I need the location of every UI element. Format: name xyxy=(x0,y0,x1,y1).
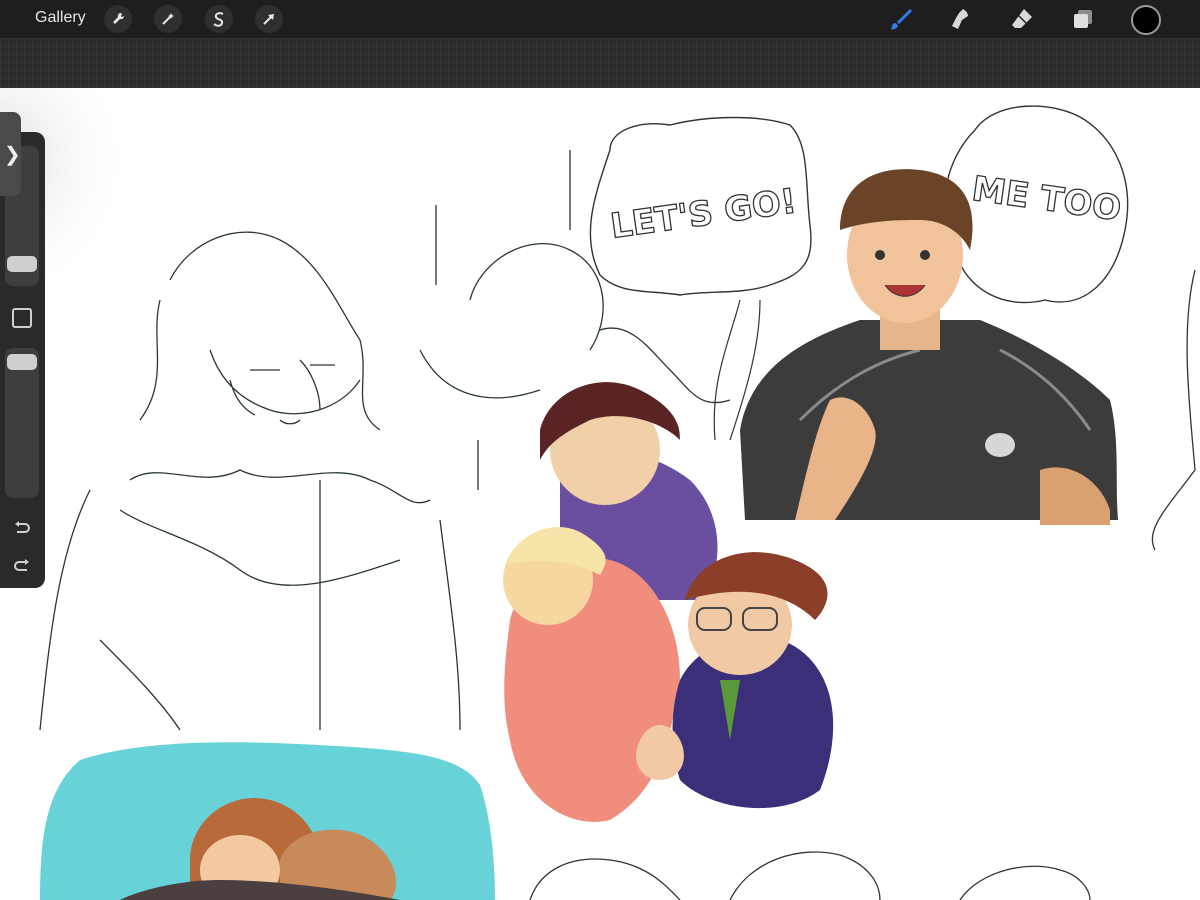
layers-icon[interactable] xyxy=(1068,5,1098,33)
sketch-edge-right xyxy=(1151,269,1196,551)
selection-icon[interactable] xyxy=(205,5,233,33)
brush-size-thumb[interactable] xyxy=(7,256,37,272)
chevron-right-icon: ❯ xyxy=(4,144,21,166)
undo-icon[interactable] xyxy=(10,518,34,538)
sketch-figures-bottom xyxy=(529,851,1091,900)
eraser-icon[interactable] xyxy=(1007,5,1037,33)
side-toolbar xyxy=(0,132,45,588)
speech-bubble-2: ME TOO xyxy=(943,105,1129,304)
sidebar-collapse-tab[interactable]: ❯ xyxy=(0,112,21,196)
smudge-icon[interactable] xyxy=(945,5,975,33)
gallery-button[interactable]: Gallery xyxy=(35,9,86,27)
color-swatch[interactable] xyxy=(1131,5,1161,35)
move-arrow-icon[interactable] xyxy=(255,5,283,33)
top-toolbar: Gallery xyxy=(0,0,1200,38)
artwork: LET'S GO! ME TOO xyxy=(0,88,1196,900)
modify-button[interactable] xyxy=(12,308,32,328)
canvas-grid-strip xyxy=(0,38,1200,88)
opacity-thumb[interactable] xyxy=(7,354,37,370)
colored-panel-bottom xyxy=(40,742,495,900)
wrench-icon[interactable] xyxy=(104,5,132,33)
brush-icon[interactable] xyxy=(886,5,916,33)
redo-icon[interactable] xyxy=(10,556,34,576)
opacity-slider[interactable] xyxy=(5,348,39,498)
magic-wand-icon[interactable] xyxy=(154,5,182,33)
